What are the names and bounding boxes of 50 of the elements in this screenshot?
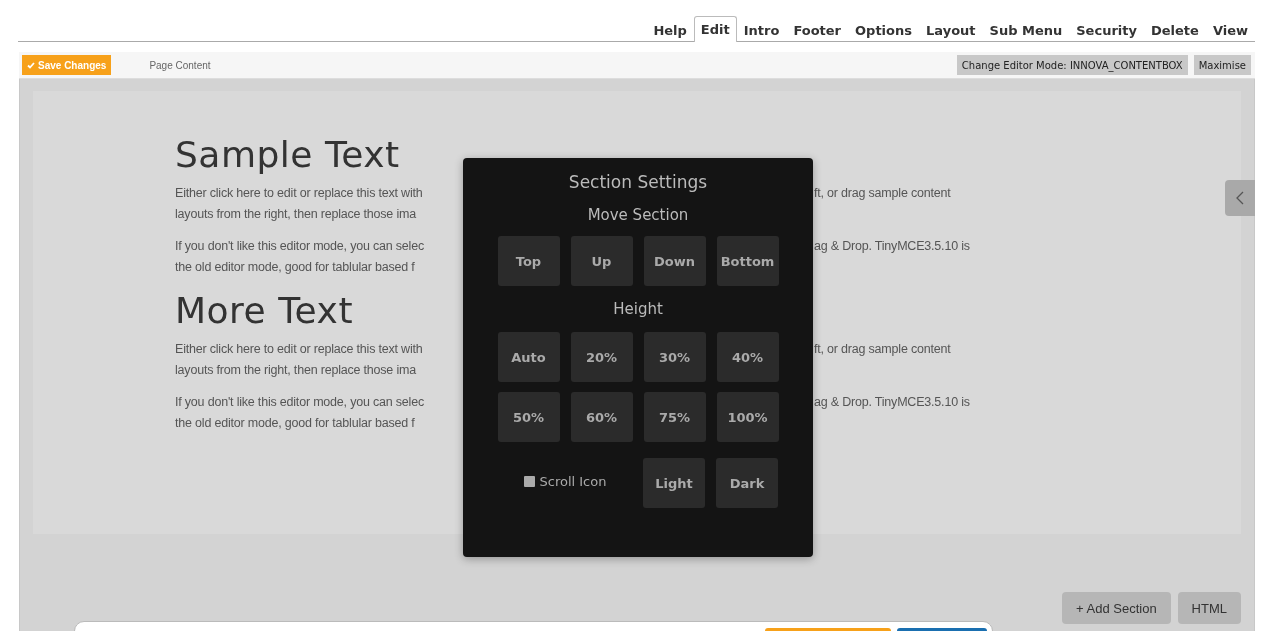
- menu-tab[interactable]: Layout: [919, 17, 983, 42]
- move-button[interactable]: Bottom: [716, 236, 779, 286]
- scroll-icon-checkbox[interactable]: [523, 475, 535, 487]
- menu-tab[interactable]: Intro: [736, 17, 787, 42]
- page-title: Page Content: [149, 59, 212, 71]
- menu-tab[interactable]: Sub Menu: [982, 17, 1070, 42]
- checkbox-label: Scroll Icon: [539, 473, 607, 489]
- menu-tab[interactable]: Footer: [786, 17, 849, 42]
- menu-tab[interactable]: Security: [1069, 17, 1144, 42]
- height-button[interactable]: 40%: [716, 332, 779, 382]
- move-button[interactable]: Down: [643, 236, 706, 286]
- height-button[interactable]: 75%: [643, 392, 706, 442]
- move-button[interactable]: Top: [497, 236, 560, 286]
- height-button[interactable]: 30%: [643, 332, 706, 382]
- section-heading: More Text: [175, 289, 353, 333]
- height-button[interactable]: 50%: [497, 392, 560, 442]
- html-button[interactable]: HTML: [1177, 592, 1241, 624]
- menu-tab[interactable]: Delete: [1143, 17, 1206, 42]
- theme-button[interactable]: Light: [643, 458, 705, 508]
- section-label: Height: [613, 300, 663, 318]
- paragraph-line: ft, or drag sample content: [814, 185, 951, 202]
- move-button[interactable]: Up: [570, 236, 633, 286]
- height-button[interactable]: 20%: [570, 332, 633, 382]
- height-button[interactable]: 100%: [716, 392, 779, 442]
- menu-tab[interactable]: Help: [646, 17, 694, 42]
- paragraph-line: Either click here to edit or replace this text with: [175, 341, 423, 358]
- menu-tab[interactable]: Options: [848, 17, 919, 42]
- check-icon: [27, 61, 35, 69]
- paragraph-line: ag & Drop. TinyMCE3.5.10 is: [814, 238, 970, 255]
- maximise-button[interactable]: Maximise: [1193, 55, 1251, 75]
- paragraph-line: layouts from the right, then replace those ima: [175, 362, 416, 379]
- paragraph-line: the old editor mode, good for tablular based f: [175, 259, 415, 276]
- paragraph-line: layouts from the right, then replace those ima: [175, 206, 416, 223]
- paragraph-line: Either click here to edit or replace this text with: [175, 185, 423, 202]
- paragraph-line: the old editor mode, good for tablular based f: [175, 415, 415, 432]
- height-button[interactable]: Auto: [497, 332, 560, 382]
- section-heading: Sample Text: [175, 133, 400, 177]
- dialog-title: Section Settings: [568, 172, 708, 192]
- section-label: Move Section: [587, 206, 689, 224]
- theme-button[interactable]: Dark: [716, 458, 778, 508]
- menu-tab[interactable]: Edit: [693, 16, 737, 42]
- paragraph-line: ft, or drag sample content: [814, 341, 951, 358]
- paragraph-line: If you don't like this editor mode, you can selec: [175, 394, 424, 411]
- chevron-left-icon: [1236, 191, 1244, 205]
- paragraph-line: ag & Drop. TinyMCE3.5.10 is: [814, 394, 970, 411]
- paragraph-line: If you don't like this editor mode, you can selec: [175, 238, 424, 255]
- add-section-button[interactable]: + Add Section: [1062, 592, 1171, 624]
- menu-tab[interactable]: View: [1205, 17, 1255, 42]
- height-button[interactable]: 60%: [570, 392, 633, 442]
- editor-mode-button[interactable]: Change Editor Mode: INNOVA_CONTENTBOX: [956, 55, 1188, 75]
